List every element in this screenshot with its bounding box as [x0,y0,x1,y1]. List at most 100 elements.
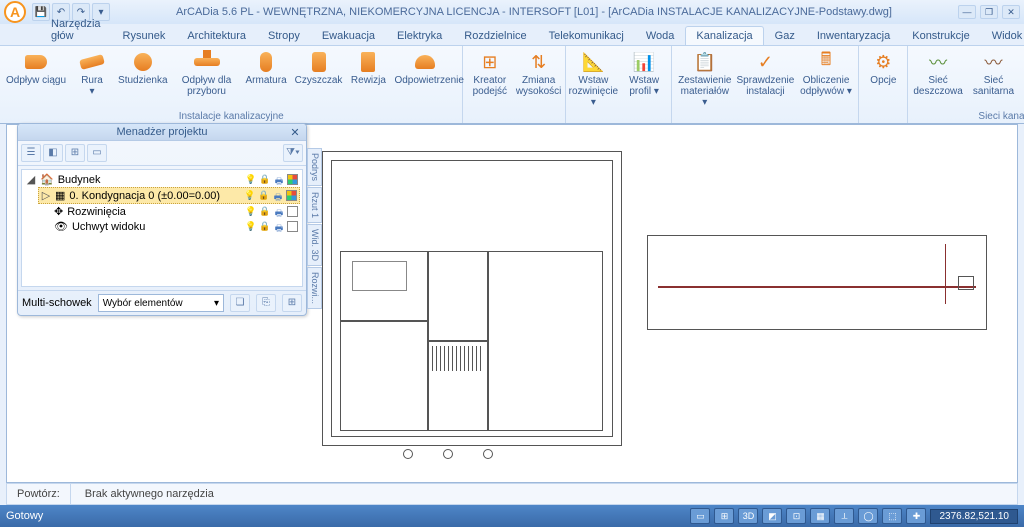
color-icon[interactable] [287,174,298,185]
bulb-icon[interactable]: 💡 [245,206,257,218]
app-logo[interactable]: A [4,1,26,23]
status-btn-1[interactable]: ▭ [690,508,710,524]
tab-inwentaryzacja[interactable]: Inwentaryzacja [806,26,901,45]
tab-rozdzielnice[interactable]: Rozdzielnice [453,26,537,45]
drawing-canvas[interactable]: Menadżer projektu ✕ ☰ ◧ ⊞ ▭ ⧩▾ ◢ 🏠 Budyn… [6,124,1018,483]
print-icon[interactable]: 🖶 [273,221,285,233]
print-icon[interactable]: 🖶 [273,206,285,218]
btn-odplyw-przyboru[interactable]: Odpływ dla przyboru [174,48,240,98]
floor-plan-drawing [322,151,622,446]
btn-odplyw-ciagu[interactable]: Odpływ ciągu [4,48,68,98]
side-tab-rzut1[interactable]: Rzut 1 [307,187,322,223]
ribbon-tabstrip: Narzędzia głów Rysunek Architektura Stro… [0,24,1024,46]
status-btn-6[interactable]: ▦ [810,508,830,524]
panel-tb-2[interactable]: ◧ [43,144,63,162]
group-label-sieci: Sieci kanalizacyjne [912,110,1024,122]
panel-bottom-btn2[interactable]: ⎘ [256,294,276,312]
tree-row-building[interactable]: ◢ 🏠 Budynek 💡 🔒 🖶 [24,172,300,187]
btn-odpowietrzenie[interactable]: Odpowietrzenie [392,48,458,98]
expand-icon[interactable]: ◢ [26,173,36,186]
btn-kreator-podejsc[interactable]: ⊞Kreator podejść [467,48,512,98]
panel-tb-filter[interactable]: ⧩▾ [283,144,303,162]
chevron-down-icon: ▾ [214,298,219,309]
tab-ewakuacja[interactable]: Ewakuacja [311,26,386,45]
lock-icon[interactable]: 🔒 [259,206,271,218]
status-btn-7[interactable]: ⟂ [834,508,854,524]
status-coordinates[interactable]: 2376.82,521.10 [930,509,1018,524]
btn-armatura[interactable]: Armatura [244,48,289,98]
btn-czyszczak[interactable]: Czyszczak [293,48,345,98]
repeat-label: Powtórz: [7,484,71,504]
status-btn-10[interactable]: ✚ [906,508,926,524]
print-icon[interactable]: 🖶 [272,190,284,202]
tab-narzedzia[interactable]: Narzędzia głów [40,14,112,45]
btn-siec-sanitarna[interactable]: 〰Sieć sanitarna [968,48,1019,98]
bulb-icon[interactable]: 💡 [244,190,256,202]
building-icon: 🏠 [40,173,54,186]
restore-button[interactable]: ❐ [980,5,998,19]
tab-woda[interactable]: Woda [635,26,686,45]
tab-konstrukcje[interactable]: Konstrukcje [901,26,980,45]
panel-tb-4[interactable]: ▭ [87,144,107,162]
btn-siec-deszczowa[interactable]: 〰Sieć deszczowa [912,48,963,98]
tab-widok[interactable]: Widok [981,26,1024,45]
statusbar: Gotowy ▭ ⊞ 3D ◩ ⊡ ▦ ⟂ ◯ ⬚ ✚ 2376.82,521.… [0,505,1024,527]
tab-elektryka[interactable]: Elektryka [386,26,453,45]
side-tab-rozwi[interactable]: Rozwi... [307,267,322,309]
btn-opcje[interactable]: ⚙Opcje [863,48,903,87]
tree-row-rozwiniecia[interactable]: ✥ Rozwinięcia 💡 🔒 🖶 [38,204,300,219]
bulb-icon[interactable]: 💡 [245,174,257,186]
status-btn-8[interactable]: ◯ [858,508,878,524]
tree-row-uchwyt[interactable]: 👁 Uchwyt widoku 💡 🔒 🖶 [38,219,300,234]
tab-kanalizacja[interactable]: Kanalizacja [685,26,763,45]
tab-architektura[interactable]: Architektura [176,26,257,45]
minimize-button[interactable]: — [958,5,976,19]
close-button[interactable]: ✕ [1002,5,1020,19]
tab-telekomunikacja[interactable]: Telekomunikacj [538,26,635,45]
color-icon[interactable] [287,221,298,232]
btn-wstaw-rozwiniecie[interactable]: 📐Wstaw rozwinięcie ▾ [570,48,617,109]
color-icon[interactable] [287,206,298,217]
panel-bottom-btn1[interactable]: ❏ [230,294,250,312]
tree-label: Rozwinięcia [67,206,126,218]
multi-clipboard-label: Multi-schowek [22,297,92,309]
view-icon: 👁 [54,220,68,233]
floor-icon: ▦ [55,189,65,202]
panel-bottom-btn3[interactable]: ⊞ [282,294,302,312]
tab-stropy[interactable]: Stropy [257,26,311,45]
side-tab-wid3d[interactable]: Wid. 3D [307,224,322,266]
expand-icon[interactable]: ▷ [41,189,51,202]
panel-close-icon[interactable]: ✕ [288,126,302,140]
btn-rura[interactable]: Rura▾ [72,48,112,98]
tree-label: 0. Kondygnacja 0 (±0.00=0.00) [69,190,220,202]
status-btn-9[interactable]: ⬚ [882,508,902,524]
side-tab-podrys[interactable]: Podrys [307,148,322,186]
status-btn-4[interactable]: ◩ [762,508,782,524]
project-tree[interactable]: ◢ 🏠 Budynek 💡 🔒 🖶 ▷ ▦ 0. Kondygnacja 0 (… [21,169,303,287]
tab-gaz[interactable]: Gaz [764,26,806,45]
print-icon[interactable]: 🖶 [273,174,285,186]
lock-icon[interactable]: 🔒 [258,190,270,202]
status-btn-2[interactable]: ⊞ [714,508,734,524]
btn-zmiana-wysokosci[interactable]: ⇅Zmiana wysokości [516,48,561,98]
color-icon[interactable] [286,190,297,201]
btn-sprawdzenie-instalacji[interactable]: ✓Sprawdzenie instalacji [737,48,794,109]
btn-wstaw-profil[interactable]: 📊Wstaw profil ▾ [621,48,668,109]
btn-zestawienie-materialow[interactable]: 📋Zestawienie materiałów ▾ [676,48,733,109]
status-btn-3d[interactable]: 3D [738,508,758,524]
lock-icon[interactable]: 🔒 [259,221,271,233]
btn-obliczenie-odplywow[interactable]: 🖩Obliczenie odpływów ▾ [798,48,855,109]
btn-studzienka[interactable]: Studzienka [116,48,169,98]
panel-tb-3[interactable]: ⊞ [65,144,85,162]
element-selection-combo[interactable]: Wybór elementów▾ [98,294,224,312]
panel-title[interactable]: Menadżer projektu ✕ [18,124,306,141]
panel-tb-1[interactable]: ☰ [21,144,41,162]
group-label-instalacje: Instalacje kanalizacyjne [4,110,458,122]
bulb-icon[interactable]: 💡 [245,221,257,233]
lock-icon[interactable]: 🔒 [259,174,271,186]
tree-row-floor[interactable]: ▷ ▦ 0. Kondygnacja 0 (±0.00=0.00) 💡 🔒 🖶 [38,187,300,204]
tab-rysunek[interactable]: Rysunek [112,26,177,45]
btn-rewizja[interactable]: Rewizja [348,48,388,98]
project-manager-panel[interactable]: Menadżer projektu ✕ ☰ ◧ ⊞ ▭ ⧩▾ ◢ 🏠 Budyn… [17,123,307,316]
status-btn-5[interactable]: ⊡ [786,508,806,524]
